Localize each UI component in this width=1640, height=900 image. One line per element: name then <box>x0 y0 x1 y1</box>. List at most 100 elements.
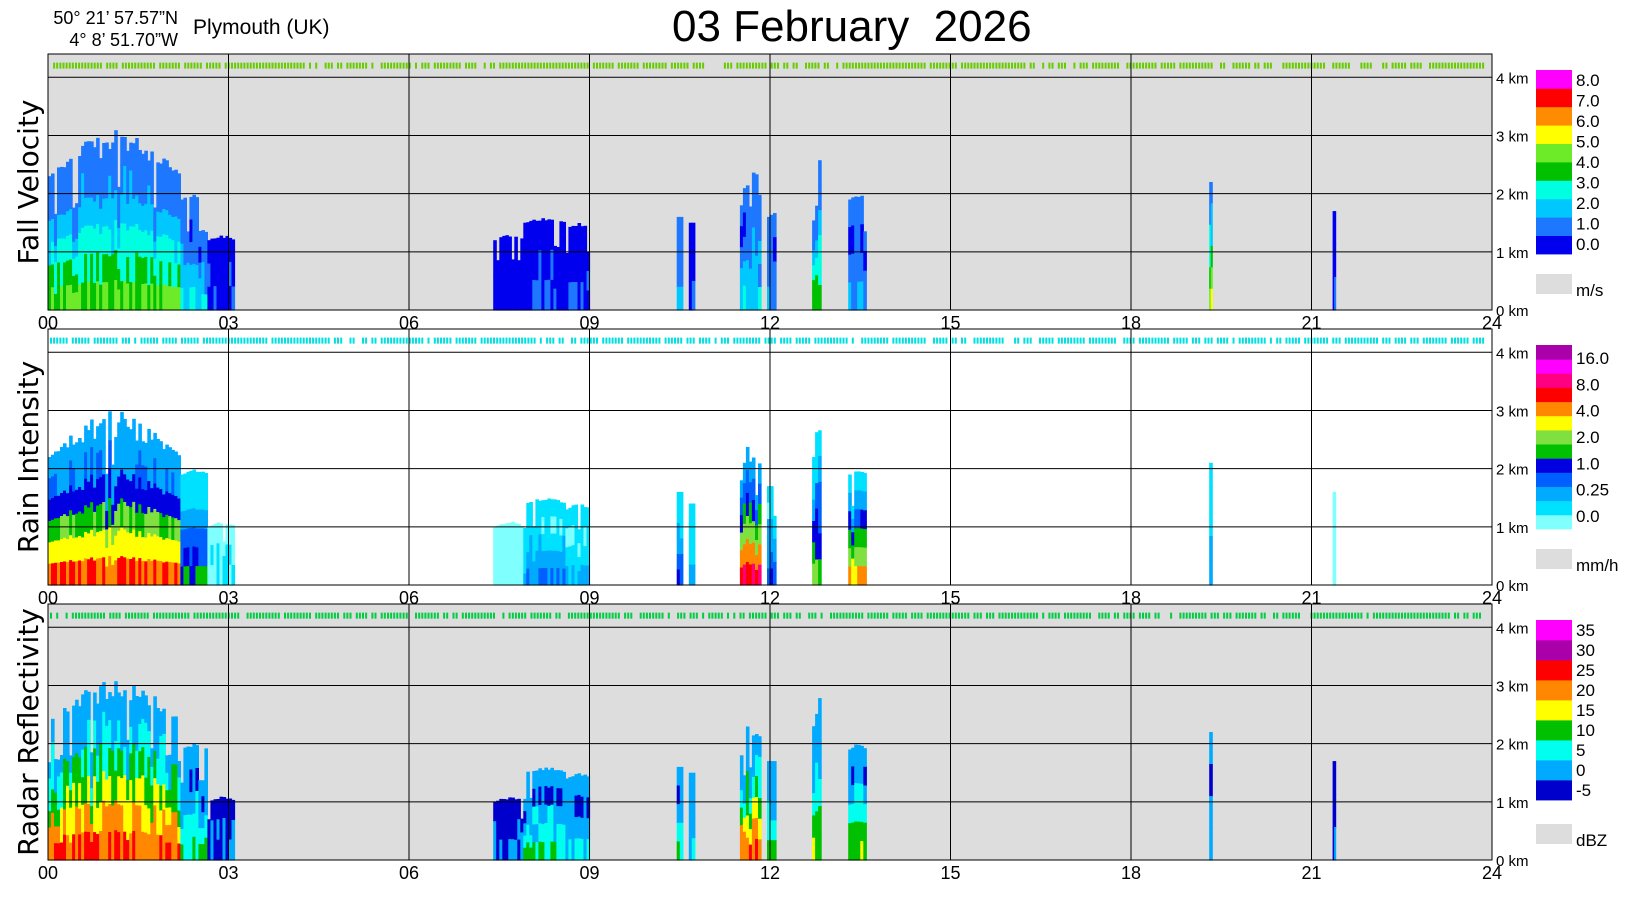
cloud-top-mark <box>1051 612 1054 619</box>
cloud-top-mark <box>811 612 814 619</box>
cloud-top-mark <box>911 62 914 69</box>
echo-cell <box>773 527 777 540</box>
cloud-top-mark <box>1457 62 1460 69</box>
cloud-top-mark <box>284 337 286 344</box>
cloud-top-mark <box>374 612 377 619</box>
cloud-top-mark <box>895 62 898 69</box>
cloud-top-mark <box>599 62 602 69</box>
echo-cell <box>818 456 822 483</box>
cloud-top-mark <box>539 62 542 69</box>
scale-swatch <box>1536 458 1572 473</box>
cloud-top-mark <box>153 612 155 619</box>
cloud-top-mark <box>826 337 829 344</box>
scale-label: 5.0 <box>1576 133 1600 152</box>
cloud-top-mark <box>483 62 486 69</box>
cloud-top-mark <box>1213 612 1216 619</box>
cloud-top-mark <box>680 612 683 619</box>
cloud-top-mark <box>302 337 305 344</box>
cloud-top-mark <box>976 612 979 619</box>
cloud-top-mark <box>1204 612 1207 619</box>
cloud-top-mark <box>1475 612 1478 619</box>
cloud-top-mark <box>1425 337 1428 344</box>
cloud-top-mark <box>221 612 224 619</box>
panel-0: 00 03 06 09 12 15 18 21 240 km1 km2 km3 km4 kmFa… <box>12 53 1603 333</box>
cloud-top-mark <box>826 62 829 69</box>
cloud-top-mark <box>886 337 889 344</box>
cloud-top-mark <box>1338 612 1341 619</box>
cloud-top-mark <box>742 337 745 344</box>
cloud-top-mark <box>755 337 758 344</box>
echo-cell <box>857 253 861 283</box>
cloud-top-mark <box>1394 612 1397 619</box>
cloud-top-mark <box>259 62 261 69</box>
echo-cell <box>210 262 214 287</box>
cloud-top-mark <box>202 612 205 619</box>
cloud-top-mark <box>1238 62 1241 69</box>
cloud-top-mark <box>1070 612 1073 619</box>
cloud-top-mark <box>752 62 754 69</box>
cloud-top-mark <box>970 62 973 69</box>
cloud-top-mark <box>1198 337 1201 344</box>
cloud-top-mark <box>1029 612 1032 619</box>
cloud-top-mark <box>892 337 895 344</box>
cloud-top-mark <box>817 62 820 69</box>
cloud-top-mark <box>81 612 84 619</box>
cloud-top-mark <box>1195 612 1197 619</box>
echo-cell <box>679 522 684 539</box>
cloud-top-mark <box>358 62 361 69</box>
cloud-top-mark <box>761 62 764 69</box>
echo-cell <box>532 249 536 281</box>
cloud-top-mark <box>1460 337 1463 344</box>
echo-cell <box>818 725 822 753</box>
cloud-top-mark <box>614 337 617 344</box>
cloud-top-mark <box>440 62 442 69</box>
scale-label: 4.0 <box>1576 153 1600 172</box>
cloud-top-mark <box>989 337 992 344</box>
cloud-top-mark <box>1288 337 1291 344</box>
cloud-top-mark <box>1001 62 1004 69</box>
echo-cell <box>66 736 70 762</box>
cloud-top-mark <box>234 612 237 619</box>
echo-cell <box>66 761 70 787</box>
cloud-top-mark <box>1026 612 1029 619</box>
echo-cell <box>758 756 762 778</box>
cloud-top-mark <box>168 612 171 619</box>
cloud-top-mark <box>1082 62 1085 69</box>
cloud-top-mark <box>730 62 733 69</box>
echo-cell <box>818 752 822 780</box>
echo-cell <box>863 529 867 549</box>
cloud-top-mark <box>277 612 280 619</box>
cloud-top-mark <box>836 337 839 344</box>
cloud-top-mark <box>748 337 751 344</box>
cloud-top-mark <box>109 612 112 619</box>
cloud-top-mark <box>923 337 926 344</box>
cloud-top-mark <box>786 337 789 344</box>
cloud-top-mark <box>514 337 517 344</box>
cloud-top-mark <box>1126 612 1129 619</box>
cloud-top-mark <box>748 612 751 619</box>
cloud-top-mark <box>658 62 661 69</box>
cloud-top-mark <box>1357 337 1360 344</box>
cloud-top-mark <box>96 612 99 619</box>
echo-cell <box>114 160 118 191</box>
echo-cell <box>863 566 867 586</box>
cloud-top-mark <box>798 612 801 619</box>
echo-cell <box>1210 536 1213 562</box>
echo-cell <box>773 561 777 574</box>
echo-cell <box>135 488 139 514</box>
cloud-top-mark <box>920 612 923 619</box>
scale-swatch <box>1536 198 1572 218</box>
cloud-top-mark <box>240 337 243 344</box>
cloud-top-mark <box>1198 62 1201 69</box>
cloud-top-mark <box>723 337 726 344</box>
cloud-top-mark <box>539 337 542 344</box>
cloud-top-mark <box>939 62 942 69</box>
cloud-top-mark <box>508 62 511 69</box>
cloud-top-mark <box>143 337 146 344</box>
cloud-top-mark <box>851 612 854 619</box>
cloud-top-mark <box>770 337 773 344</box>
cloud-top-mark <box>93 62 96 69</box>
echo-cell <box>679 286 684 311</box>
cloud-top-mark <box>1048 337 1051 344</box>
cloud-top-mark <box>836 62 839 69</box>
